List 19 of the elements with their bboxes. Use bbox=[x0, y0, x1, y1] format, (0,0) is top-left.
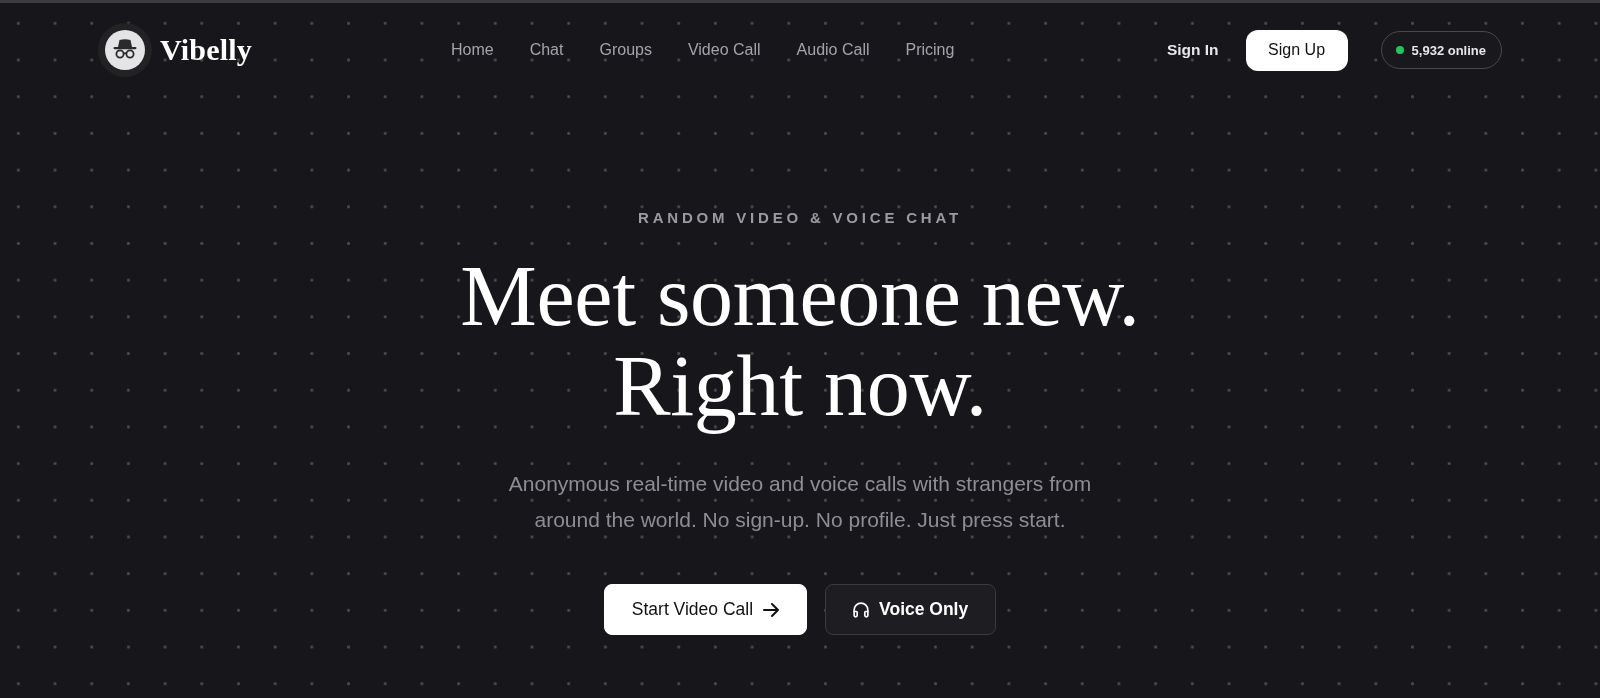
sign-in-link[interactable]: Sign In bbox=[1166, 41, 1219, 59]
nav-link[interactable]: Video Call bbox=[687, 41, 761, 59]
brand-name[interactable]: Vibelly bbox=[160, 33, 252, 67]
hat-and-glasses-icon bbox=[98, 23, 152, 77]
hero-headline: Meet someone new. Right now. bbox=[460, 247, 1140, 436]
nav-link[interactable]: Audio Call bbox=[796, 41, 870, 59]
voice-only-button[interactable]: Voice Only bbox=[825, 584, 997, 635]
hero-subtitle: Anonymous real-time video and voice calls with strangers from around the world. No sign-up. No profile. Just press start. bbox=[507, 471, 1093, 533]
nav-link[interactable]: Home bbox=[450, 41, 494, 59]
arrow-right-icon bbox=[763, 601, 780, 618]
nav-link[interactable]: Groups bbox=[599, 41, 652, 59]
nav-link[interactable]: Chat bbox=[529, 41, 564, 59]
start-video-call-button[interactable]: Start Video Call bbox=[603, 584, 808, 635]
hero-eyebrow: RANDOM VIDEO & VOICE CHAT bbox=[638, 209, 962, 226]
headphones-icon bbox=[853, 601, 870, 618]
sign-up-button[interactable]: Sign Up bbox=[1245, 29, 1348, 71]
nav-link[interactable]: Pricing bbox=[905, 41, 955, 59]
online-count: 5,932 online bbox=[1411, 42, 1486, 58]
status-dot-icon bbox=[1395, 46, 1404, 54]
